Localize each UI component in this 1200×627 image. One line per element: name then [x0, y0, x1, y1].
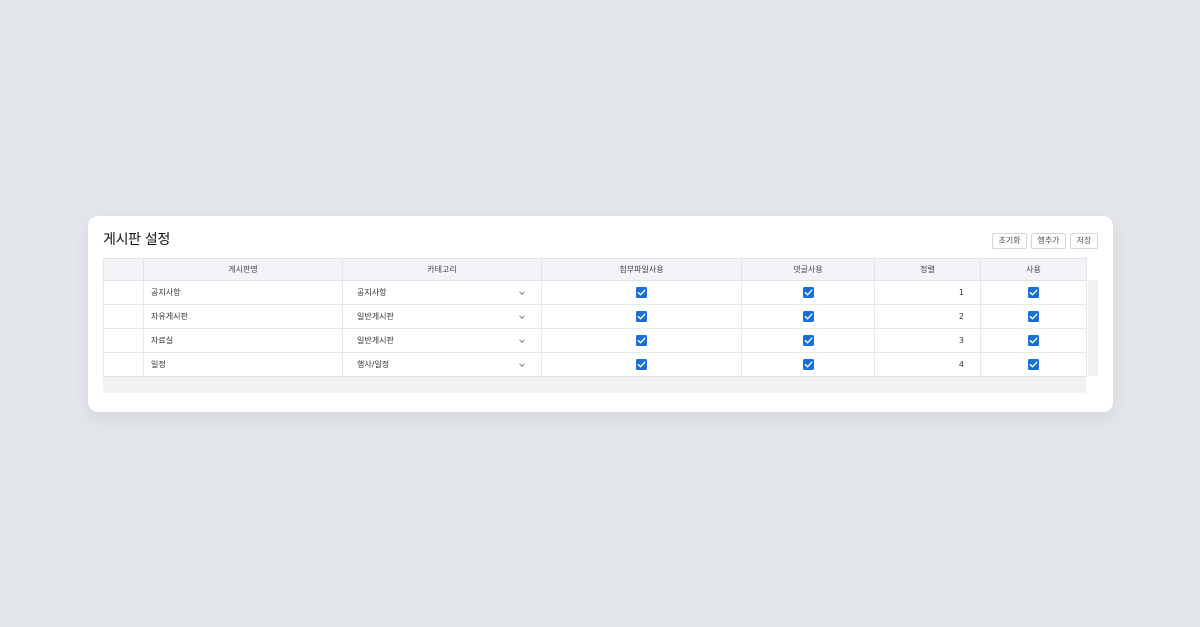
order-cell[interactable]: 1 — [874, 280, 981, 305]
column-header-comment[interactable]: 댓글사용 — [741, 258, 875, 281]
column-header-category[interactable]: 카테고리 — [342, 258, 542, 281]
use-cell — [980, 352, 1087, 377]
use-cell — [980, 304, 1087, 329]
vertical-scrollbar[interactable] — [1088, 280, 1098, 376]
attachment-cell — [541, 304, 742, 329]
row-number-cell — [103, 328, 144, 353]
use-cell — [980, 280, 1087, 305]
attachment-checkbox[interactable] — [636, 335, 647, 346]
row-number-cell — [103, 280, 144, 305]
comment-cell — [741, 304, 875, 329]
column-header-rownum — [103, 258, 144, 281]
attachment-checkbox[interactable] — [636, 359, 647, 370]
board-name-cell[interactable]: 공지사항 — [143, 280, 343, 305]
table-header-row: 게시판명 카테고리 첨부파일사용 댓글사용 정렬 사용 — [103, 258, 1087, 281]
category-select[interactable]: 일반게시판 — [342, 328, 542, 353]
column-header-board-name[interactable]: 게시판명 — [143, 258, 343, 281]
category-select[interactable]: 공지사항 — [342, 280, 542, 305]
row-number-cell — [103, 352, 144, 377]
column-header-order[interactable]: 정렬 — [874, 258, 981, 281]
attachment-cell — [541, 352, 742, 377]
row-number-cell — [103, 304, 144, 329]
attachment-checkbox[interactable] — [636, 287, 647, 298]
table-row[interactable]: 일정 행사/일정 4 — [103, 352, 1087, 377]
category-select[interactable]: 행사/일정 — [342, 352, 542, 377]
table-row[interactable]: 공지사항 공지사항 1 — [103, 280, 1087, 305]
use-checkbox[interactable] — [1028, 287, 1039, 298]
table-row[interactable]: 자료실 일반게시판 3 — [103, 328, 1087, 353]
attachment-cell — [541, 280, 742, 305]
horizontal-scrollbar[interactable] — [103, 376, 1086, 393]
comment-cell — [741, 352, 875, 377]
board-settings-panel: 게시판 설정 초기화 행추가 저장 게시판명 카테고리 첨부파일사용 댓글사용 … — [88, 216, 1113, 412]
column-header-attachment[interactable]: 첨부파일사용 — [541, 258, 742, 281]
order-cell[interactable]: 2 — [874, 304, 981, 329]
use-cell — [980, 328, 1087, 353]
use-checkbox[interactable] — [1028, 335, 1039, 346]
board-name-cell[interactable]: 자료실 — [143, 328, 343, 353]
category-value: 공지사항 — [357, 288, 387, 297]
column-header-use[interactable]: 사용 — [980, 258, 1087, 281]
comment-cell — [741, 328, 875, 353]
comment-checkbox[interactable] — [802, 311, 814, 322]
table-row[interactable]: 자유게시판 일반게시판 2 — [103, 304, 1087, 329]
board-name-cell[interactable]: 자유게시판 — [143, 304, 343, 329]
comment-checkbox[interactable] — [802, 287, 814, 298]
board-table: 게시판명 카테고리 첨부파일사용 댓글사용 정렬 사용 공지사항 공지사항 1 자유게… — [103, 258, 1087, 377]
chevron-down-icon[interactable] — [517, 360, 527, 370]
chevron-down-icon[interactable] — [517, 336, 527, 346]
page-title: 게시판 설정 — [103, 232, 171, 248]
category-select[interactable]: 일반게시판 — [342, 304, 542, 329]
comment-cell — [741, 280, 875, 305]
reset-button[interactable]: 초기화 — [992, 233, 1027, 249]
use-checkbox[interactable] — [1028, 359, 1039, 370]
data-grid: 게시판명 카테고리 첨부파일사용 댓글사용 정렬 사용 공지사항 공지사항 1 자유게… — [103, 258, 1098, 393]
order-cell[interactable]: 4 — [874, 352, 981, 377]
chevron-down-icon[interactable] — [517, 312, 527, 322]
comment-checkbox[interactable] — [802, 335, 814, 346]
save-button[interactable]: 저장 — [1070, 233, 1098, 249]
category-value: 일반게시판 — [357, 336, 394, 345]
order-cell[interactable]: 3 — [874, 328, 981, 353]
attachment-cell — [541, 328, 742, 353]
add-row-button[interactable]: 행추가 — [1031, 233, 1066, 249]
category-value: 일반게시판 — [357, 312, 394, 321]
category-value: 행사/일정 — [357, 360, 390, 369]
comment-checkbox[interactable] — [802, 359, 814, 370]
toolbar: 초기화 행추가 저장 — [992, 233, 1098, 249]
board-name-cell[interactable]: 일정 — [143, 352, 343, 377]
use-checkbox[interactable] — [1028, 311, 1039, 322]
chevron-down-icon[interactable] — [517, 288, 527, 298]
attachment-checkbox[interactable] — [636, 311, 647, 322]
